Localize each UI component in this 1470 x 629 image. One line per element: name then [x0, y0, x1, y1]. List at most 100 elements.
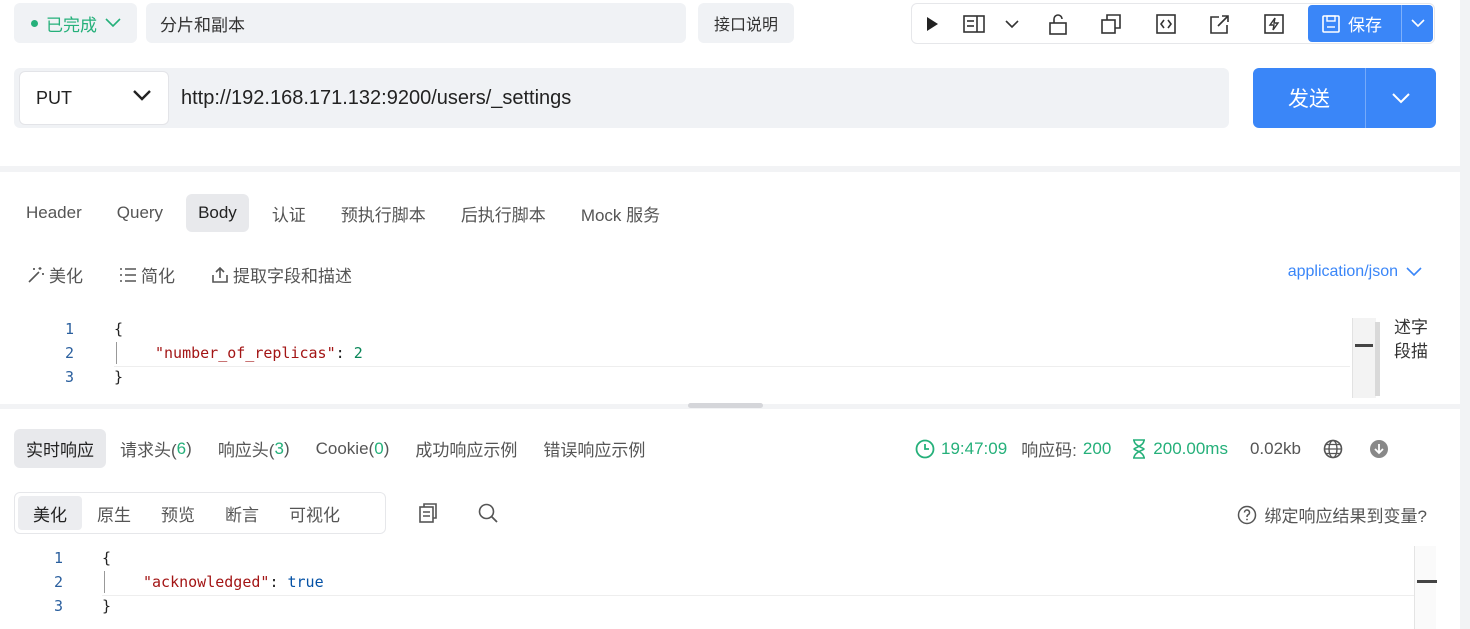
chevron-down-icon [105, 18, 121, 28]
tab-auth[interactable]: 认证 [260, 194, 318, 232]
search-icon[interactable] [478, 503, 498, 523]
copy-icon[interactable] [1099, 12, 1123, 36]
tab-header[interactable]: Header [14, 194, 94, 232]
doc-view-icon[interactable] [962, 12, 986, 36]
tab-success-example[interactable]: 成功响应示例 [403, 429, 529, 468]
content-type-select[interactable]: application/json [1288, 263, 1422, 281]
bind-response-variable[interactable]: 绑定响应结果到变量? [1237, 502, 1427, 527]
response-minimap[interactable] [1414, 546, 1437, 629]
method-select[interactable]: PUT [19, 71, 169, 125]
share-icon[interactable] [1208, 12, 1232, 36]
tab-query[interactable]: Query [105, 194, 175, 232]
indent-guide [104, 571, 105, 593]
response-code-viewer[interactable]: 1 2 3 { "acknowledged": true } [0, 546, 1437, 629]
view-tab-raw[interactable]: 原生 [82, 496, 146, 530]
response-view-tabs: 美化 原生 预览 断言 可视化 [14, 492, 386, 534]
method-value: PUT [36, 87, 72, 108]
view-tab-beautify[interactable]: 美化 [18, 496, 82, 530]
request-code-editor[interactable]: 1 2 3 { "number_of_replicas": 2 } [0, 318, 1350, 398]
response-size: 0.02kb [1249, 438, 1302, 458]
send-dropdown[interactable] [1366, 92, 1436, 104]
tab-label-suffix: ) [186, 438, 192, 458]
view-tab-preview[interactable]: 预览 [146, 496, 210, 530]
field-description-side-label[interactable]: 述字段描 [1388, 316, 1428, 364]
tab-label-suffix: ) [283, 438, 290, 458]
tab-error-example[interactable]: 错误响应示例 [531, 429, 657, 468]
code-line: } [114, 368, 124, 386]
simplify-label: 简化 [141, 267, 175, 286]
code-icon[interactable] [1154, 12, 1178, 36]
help-icon [1237, 505, 1256, 524]
current-line-highlight [102, 595, 1414, 596]
bind-label: 绑定响应结果到变量? [1264, 507, 1427, 526]
chevron-down-icon [1392, 93, 1410, 104]
view-tab-visualize[interactable]: 可视化 [274, 496, 355, 530]
extract-fields-button[interactable]: 提取字段和描述 [211, 262, 352, 287]
line-number: 1 [64, 320, 74, 338]
resize-handle[interactable] [688, 403, 763, 408]
status-label: 已完成 [46, 15, 97, 35]
save-icon [1322, 14, 1340, 33]
request-header-panel: 已完成 分片和副本 接口说明 保存 PUT http://192.168.171… [0, 0, 1460, 166]
extract-fields-label: 提取字段和描述 [233, 267, 352, 286]
status-dropdown[interactable]: 已完成 [14, 3, 137, 43]
json-key: "number_of_replicas" [155, 344, 336, 362]
editor-scrollbar[interactable] [1375, 322, 1380, 396]
minimap-marker [1417, 580, 1437, 583]
tab-response-headers[interactable]: 响应头(3 ) [206, 429, 302, 468]
send-button[interactable]: 发送 [1253, 68, 1436, 128]
code-line: { [114, 320, 124, 338]
save-button-main[interactable]: 保存 [1308, 5, 1401, 42]
tab-label-suffix: ) [383, 438, 390, 458]
globe-icon[interactable] [1323, 439, 1343, 459]
json-key: "acknowledged" [143, 573, 270, 591]
request-body-panel: Header Query Body 认证 预执行脚本 后执行脚本 Mock 服务… [0, 172, 1460, 404]
copy-icon[interactable] [418, 502, 438, 524]
unlock-icon[interactable] [1046, 12, 1070, 36]
tab-request-headers[interactable]: 请求头(6 ) [108, 429, 204, 468]
action-toolbar: 保存 [911, 3, 1435, 44]
response-duration: 200.00ms [1153, 438, 1228, 458]
tab-realtime-response[interactable]: 实时响应 [14, 429, 106, 468]
send-label[interactable]: 发送 [1253, 83, 1365, 113]
tab-body[interactable]: Body [186, 194, 249, 232]
line-number: 3 [64, 368, 74, 386]
response-tabs: 实时响应 请求头(6 ) 响应头(3 ) Cookie(0 ) 成功响应示例 错… [14, 429, 659, 468]
url-bar: PUT http://192.168.171.132:9200/users/_s… [14, 68, 1229, 128]
doc-button[interactable]: 接口说明 [698, 3, 794, 43]
code-line: "number_of_replicas": 2 [155, 344, 363, 362]
chevron-down-icon [1410, 19, 1425, 28]
chevron-down-icon[interactable] [1000, 12, 1024, 36]
tab-mock[interactable]: Mock 服务 [569, 194, 672, 232]
simplify-button[interactable]: 简化 [119, 262, 175, 287]
view-tab-assert[interactable]: 断言 [210, 496, 274, 530]
beautify-button[interactable]: 美化 [27, 262, 83, 287]
content-type-value: application/json [1287, 263, 1398, 280]
tab-pre-script[interactable]: 预执行脚本 [329, 194, 438, 232]
save-button[interactable]: 保存 [1308, 5, 1433, 42]
chevron-down-icon [133, 90, 151, 101]
chevron-down-icon [1406, 267, 1422, 277]
tab-post-script[interactable]: 后执行脚本 [449, 194, 558, 232]
save-label: 保存 [1348, 16, 1382, 35]
request-name-input[interactable]: 分片和副本 [146, 3, 686, 43]
count-badge: 6 [176, 438, 187, 458]
editor-minimap[interactable] [1352, 318, 1380, 398]
flash-icon[interactable] [1262, 12, 1286, 36]
download-icon[interactable] [1369, 439, 1389, 459]
minimap-marker [1355, 344, 1373, 347]
line-number: 2 [64, 344, 74, 362]
line-number: 2 [53, 573, 63, 591]
json-value: true [287, 573, 324, 591]
url-input[interactable]: http://192.168.171.132:9200/users/_setti… [181, 68, 571, 128]
tab-cookie[interactable]: Cookie(0 ) [304, 429, 402, 468]
code-line: { [102, 549, 112, 567]
save-dropdown[interactable] [1402, 19, 1433, 28]
hourglass-icon [1133, 438, 1146, 459]
line-number: 3 [53, 597, 63, 615]
json-value: 2 [353, 344, 363, 362]
beautify-label: 美化 [49, 267, 83, 286]
count-badge: 0 [374, 438, 384, 458]
play-icon[interactable] [920, 12, 944, 36]
count-badge: 3 [274, 438, 284, 458]
